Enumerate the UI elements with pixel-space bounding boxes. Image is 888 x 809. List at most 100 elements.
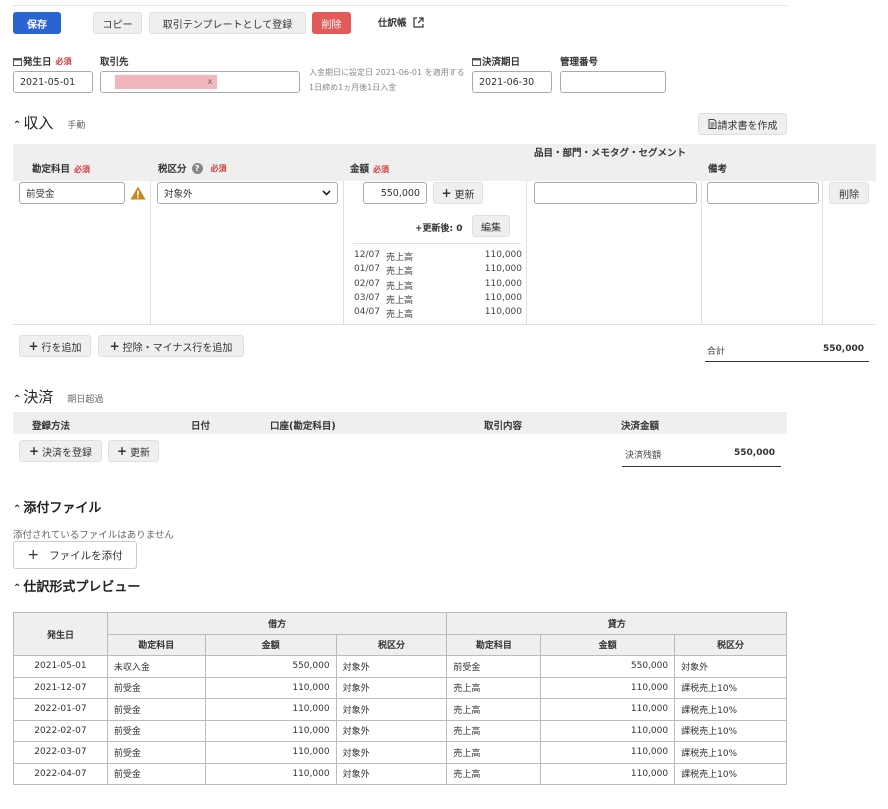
settlement-section-title[interactable]: ⌃ 決済 期日超過 (13, 386, 103, 407)
due-date-label: 決済期日 (472, 54, 520, 68)
delete-row-button[interactable]: 削除 (829, 182, 869, 204)
preview-debit-amount: 110,000 (204, 676, 337, 699)
issue-date-label-text: 発生日 (23, 57, 52, 68)
col-tax-text: 税区分 (158, 164, 187, 175)
settlement-subtitle: 期日超過 (67, 395, 104, 405)
preview-debit-tax: 対象外 (335, 719, 448, 742)
save-button[interactable]: 保存 (13, 12, 61, 34)
schedule-account: 売上高 (386, 281, 414, 292)
due-date-label-text: 決済期日 (482, 57, 521, 68)
attachments-section-title[interactable]: ⌃ 添付ファイル (13, 497, 101, 516)
balance-underline (622, 466, 781, 467)
preview-debit-tax: 対象外 (335, 676, 448, 699)
add-file-button[interactable]: + ファイルを添付 (13, 541, 137, 569)
col-divider (343, 181, 344, 324)
warning-icon (130, 186, 146, 200)
preview-credit-tax: 課税売上10% (674, 762, 787, 785)
settlement-update-button[interactable]: + 更新 (108, 440, 159, 462)
collapse-caret-icon: ⌃ (13, 120, 22, 131)
add-row-button[interactable]: + 行を追加 (19, 335, 91, 357)
notes-input[interactable] (707, 182, 819, 204)
preview-debit-amount: 110,000 (204, 762, 337, 785)
amount-input[interactable]: 550,000 (363, 182, 427, 204)
preview-debit-amount: 110,000 (204, 741, 337, 764)
schedule-divider (353, 243, 521, 244)
col-divider (526, 181, 527, 324)
preview-debit-tax: 対象外 (335, 698, 448, 721)
partner-input[interactable]: x (100, 71, 300, 93)
create-invoice-label: 請求書を作成 (717, 120, 778, 132)
schedule-account: 売上高 (386, 295, 414, 306)
preview-debit-amount: 550,000 (204, 655, 337, 678)
schedule-row: 04/07 売上高 110,000 (354, 307, 522, 320)
required-badge: 必須 (210, 163, 227, 173)
required-badge: 必須 (74, 165, 91, 174)
row-bottom-border (13, 324, 876, 325)
partner-clear-button[interactable]: x (203, 75, 217, 89)
attachments-title-text: 添付ファイル (23, 501, 102, 516)
preview-credit-amount: 550,000 (540, 655, 676, 678)
external-link-icon (412, 16, 424, 28)
preview-date: 2022-02-07 (13, 719, 108, 742)
delete-button[interactable]: 削除 (312, 12, 351, 34)
preview-section-title[interactable]: ⌃ 仕訳形式プレビュー (13, 576, 140, 595)
items-input[interactable] (534, 182, 697, 204)
after-update-text: +更新後: 0 (415, 224, 463, 234)
due-date-input[interactable]: 2021-06-30 (472, 71, 552, 93)
col-date-header: 日付 (191, 421, 211, 432)
income-section-title[interactable]: ⌃ 収入 手動 (13, 112, 85, 133)
collapse-caret-icon: ⌃ (13, 583, 22, 594)
update-amount-button[interactable]: + 更新 (433, 182, 483, 204)
edit-button[interactable]: 編集 (472, 215, 510, 237)
add-deduction-row-button[interactable]: + 控除・マイナス行を追加 (98, 335, 244, 357)
preview-credit-account: 売上高 (446, 698, 542, 721)
preview-debit-tax: 対象外 (335, 762, 448, 785)
col-divider (822, 181, 823, 324)
update-amount-label: 更新 (454, 189, 475, 201)
schedule-row: 01/07 売上高 110,000 (354, 264, 522, 277)
account-input[interactable]: 前受金 (19, 182, 125, 204)
copy-button[interactable]: コピー (93, 12, 142, 34)
schedule-amount: 110,000 (484, 292, 522, 303)
no-attachments-text: 添付されているファイルはありません (13, 530, 174, 541)
preview-debit-tax: 対象外 (335, 655, 448, 678)
schedule-date: 04/07 (354, 307, 380, 318)
collapse-caret-icon: ⌃ (13, 504, 22, 515)
settlement-update-label: 更新 (130, 447, 151, 459)
preview-debit-amount: 110,000 (204, 719, 337, 742)
tax-select[interactable]: 対象外 (157, 182, 338, 204)
preview-credit-account: 前受金 (446, 655, 542, 678)
issue-date-input[interactable]: 2021-05-01 (13, 71, 93, 93)
preview-debit-amount: 110,000 (204, 698, 337, 721)
schedule-account: 売上高 (386, 310, 414, 321)
create-invoice-button[interactable]: 請求書を作成 (698, 113, 787, 135)
schedule-date: 02/07 (354, 278, 380, 289)
preview-credit-amount: 110,000 (540, 719, 676, 742)
register-template-button[interactable]: 取引テンプレートとして登録 (149, 12, 306, 34)
preview-debit-account: 前受金 (106, 762, 206, 785)
schedule-row: 02/07 売上高 110,000 (354, 279, 522, 292)
help-icon[interactable]: ? (191, 162, 203, 174)
table-row: 2021-05-01 未収入金 550,000 対象外 前受金 550,000 対象外 (13, 655, 787, 678)
table-row: 2022-02-07 前受金 110,000 対象外 売上高 110,000 課税売上10% (13, 719, 787, 742)
schedule-amount: 110,000 (484, 264, 522, 275)
col-divider (150, 181, 151, 324)
calendar-icon (472, 57, 481, 66)
preview-debit-tax: 対象外 (335, 741, 448, 764)
schedule-amount: 110,000 (484, 307, 522, 318)
register-settlement-button[interactable]: + 決済を登録 (19, 440, 102, 462)
col-content-header: 取引内容 (484, 421, 523, 432)
col-method-header: 登録方法 (32, 421, 71, 432)
preview-date: 2021-05-01 (13, 655, 108, 678)
table-row: 2021-12-07 前受金 110,000 対象外 売上高 110,000 課税売上10% (13, 676, 787, 699)
required-badge: 必須 (55, 56, 72, 66)
col-divider (701, 181, 702, 324)
journal-link[interactable]: 仕訳帳 (378, 15, 424, 29)
income-title-text: 収入 (23, 114, 54, 132)
total-label: 合計 (707, 347, 726, 357)
table-row: 2022-04-07 前受金 110,000 対象外 売上高 110,000 課税売上10% (13, 762, 787, 785)
plus-icon: + (28, 339, 39, 353)
management-no-input[interactable] (560, 71, 666, 93)
preview-credit-account: 売上高 (446, 719, 542, 742)
col-items-header: 品目・部門・メモタグ・セグメント (534, 148, 687, 159)
